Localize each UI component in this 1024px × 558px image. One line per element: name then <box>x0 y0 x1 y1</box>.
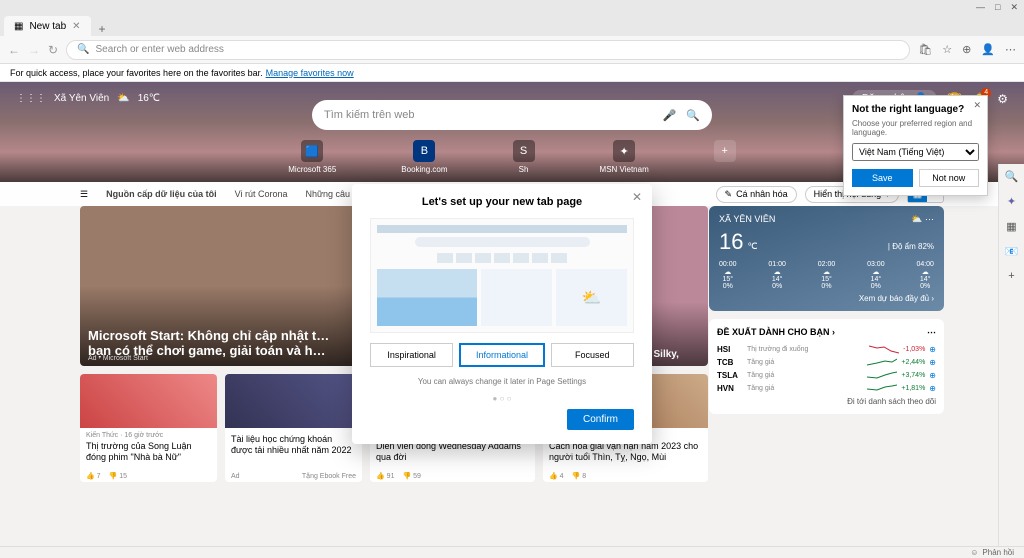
setup-modal: ✕ Let's set up your new tab page ⛅ Inspi… <box>352 184 652 444</box>
option-focused[interactable]: Focused <box>551 343 634 367</box>
modal-overlay: ✕ Let's set up your new tab page ⛅ Inspi… <box>0 0 1024 558</box>
modal-hint: You can always change it later in Page S… <box>370 377 634 386</box>
option-informational[interactable]: Informational <box>459 343 544 367</box>
layout-options: Inspirational Informational Focused <box>370 343 634 367</box>
option-inspirational[interactable]: Inspirational <box>370 343 453 367</box>
confirm-button[interactable]: Confirm <box>567 409 634 430</box>
modal-illustration: ⛅ <box>370 218 634 333</box>
modal-title: Let's set up your new tab page <box>370 196 634 208</box>
close-modal-icon[interactable]: ✕ <box>632 190 642 204</box>
pager-dots: ● ○ ○ <box>370 394 634 403</box>
